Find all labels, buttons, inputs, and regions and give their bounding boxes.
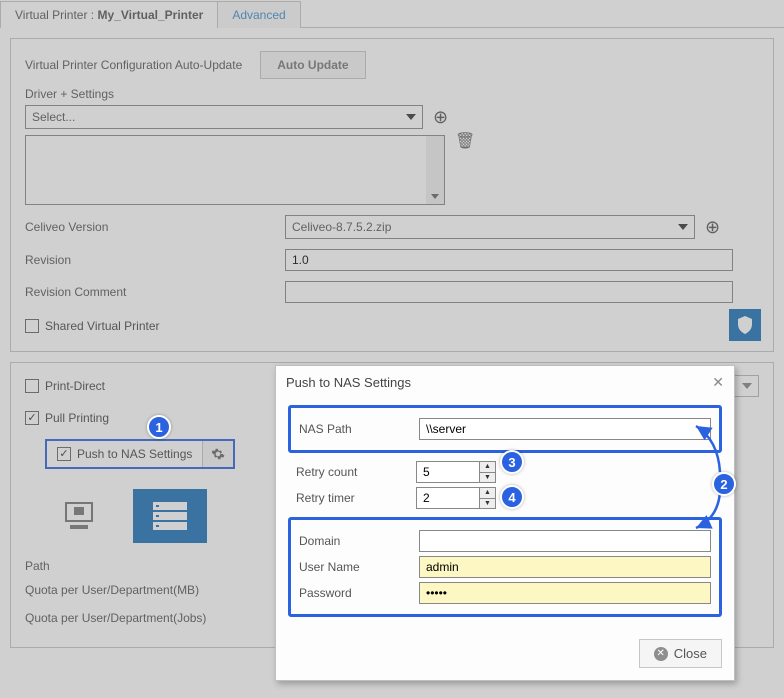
domain-input[interactable] xyxy=(419,530,711,552)
trash-icon[interactable]: 🗑 xyxy=(455,131,475,151)
retry-timer-label: Retry timer xyxy=(296,491,416,505)
pull-printing-checkbox[interactable] xyxy=(25,411,39,425)
shield-button[interactable] xyxy=(729,309,761,341)
celiveo-version-value: Celiveo-8.7.5.2.zip xyxy=(292,220,391,234)
retry-timer-spinner[interactable]: ▲▼ xyxy=(480,487,496,509)
credentials-group: Domain User Name Password xyxy=(288,517,722,617)
retry-count-label: Retry count xyxy=(296,465,416,479)
push-to-nas-settings-button[interactable] xyxy=(202,441,233,467)
push-to-nas-label: Push to NAS Settings xyxy=(77,447,192,461)
celiveo-version-select[interactable]: Celiveo-8.7.5.2.zip xyxy=(285,215,695,239)
driver-settings-label: Driver + Settings xyxy=(25,87,759,101)
shield-icon xyxy=(737,316,753,334)
retry-count-input[interactable] xyxy=(416,461,480,483)
revision-comment-input[interactable] xyxy=(285,281,733,303)
auto-update-label: Virtual Printer Configuration Auto-Updat… xyxy=(25,58,242,72)
retry-timer-input[interactable] xyxy=(416,487,480,509)
add-celiveo-icon[interactable]: ⊕ xyxy=(705,217,720,238)
domain-label: Domain xyxy=(299,534,419,548)
shared-virtual-printer-checkbox[interactable] xyxy=(25,319,39,333)
mode-tile-local[interactable] xyxy=(45,489,119,543)
callout-1: 1 xyxy=(147,415,171,439)
push-to-nas-dialog: Push to NAS Settings ✕ NAS Path Retry co… xyxy=(275,365,735,681)
driver-select-value: Select... xyxy=(32,110,75,124)
scrollbar[interactable] xyxy=(426,136,444,204)
add-driver-icon[interactable]: ⊕ xyxy=(433,107,448,128)
chevron-down-icon xyxy=(678,224,688,230)
callout-2: 2 xyxy=(712,472,736,496)
retry-count-spinner[interactable]: ▲▼ xyxy=(480,461,496,483)
tab-virtual-printer-prefix: Virtual Printer : xyxy=(15,8,94,22)
close-circle-icon: ✕ xyxy=(654,647,668,661)
push-to-nas-checkbox[interactable] xyxy=(57,447,71,461)
dialog-close-icon[interactable]: ✕ xyxy=(712,374,724,391)
chevron-down-icon xyxy=(742,383,752,389)
print-direct-checkbox[interactable] xyxy=(25,379,39,393)
driver-select[interactable]: Select... xyxy=(25,105,423,129)
username-input[interactable] xyxy=(419,556,711,578)
nas-path-label: NAS Path xyxy=(299,422,419,436)
print-direct-label: Print-Direct xyxy=(45,379,105,393)
auto-update-button[interactable]: Auto Update xyxy=(260,51,365,79)
chevron-down-icon xyxy=(406,114,416,120)
callout-4: 4 xyxy=(500,485,524,509)
revision-input[interactable] xyxy=(285,249,733,271)
push-to-nas-box: Push to NAS Settings xyxy=(45,439,235,469)
callout-3: 3 xyxy=(500,450,524,474)
pull-printing-label: Pull Printing xyxy=(45,411,109,425)
driver-list[interactable] xyxy=(25,135,445,205)
mode-tile-nas[interactable] xyxy=(133,489,207,543)
revision-comment-label: Revision Comment xyxy=(25,285,285,299)
tab-advanced[interactable]: Advanced xyxy=(218,1,300,28)
gear-icon xyxy=(211,447,225,461)
dialog-title: Push to NAS Settings xyxy=(286,375,411,390)
dialog-close-button[interactable]: ✕ Close xyxy=(639,639,722,668)
password-label: Password xyxy=(299,586,419,600)
tab-virtual-printer[interactable]: Virtual Printer : My_Virtual_Printer xyxy=(0,1,218,28)
password-input[interactable] xyxy=(419,582,711,604)
local-printer-icon xyxy=(64,501,100,531)
dialog-close-label: Close xyxy=(674,646,707,661)
nas-path-input[interactable] xyxy=(419,418,711,440)
server-stack-icon xyxy=(149,500,191,532)
nas-path-group: NAS Path xyxy=(288,405,722,453)
shared-virtual-printer-label: Shared Virtual Printer xyxy=(45,319,160,333)
celiveo-version-label: Celiveo Version xyxy=(25,220,285,234)
username-label: User Name xyxy=(299,560,419,574)
revision-label: Revision xyxy=(25,253,285,267)
tab-virtual-printer-name: My_Virtual_Printer xyxy=(98,8,204,22)
